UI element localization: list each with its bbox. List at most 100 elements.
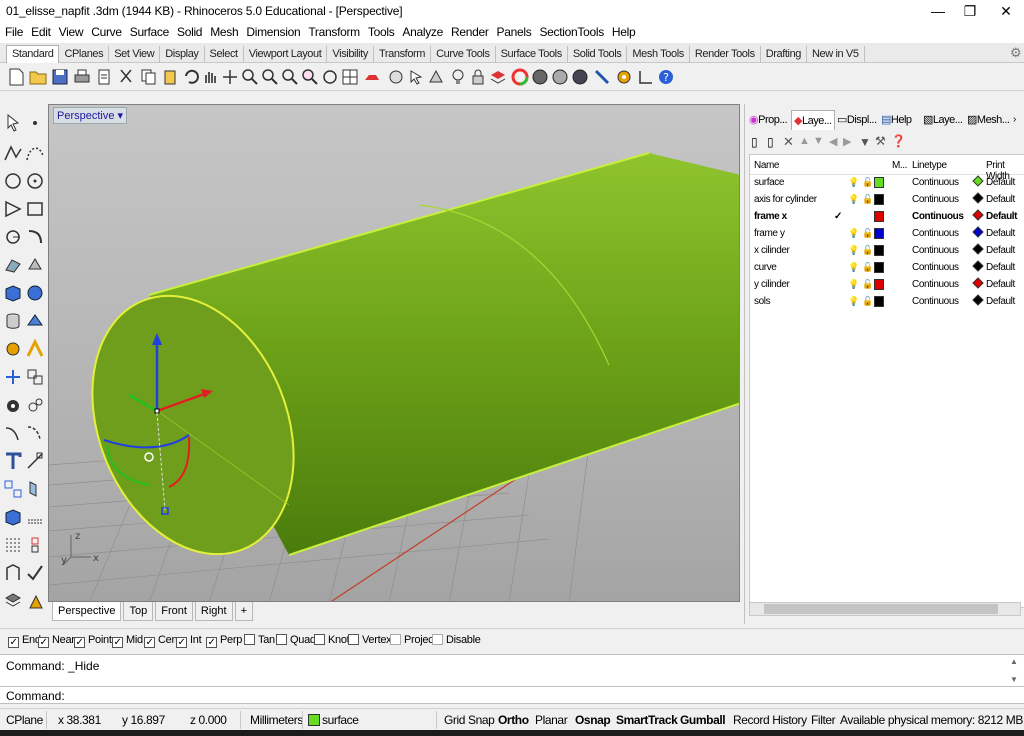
help-icon[interactable]: ? <box>656 67 676 87</box>
dimension-icon[interactable] <box>24 450 46 472</box>
lightbulb-icon[interactable]: 💡 <box>848 296 859 307</box>
layer-linetype[interactable]: Continuous <box>912 194 959 205</box>
layer-row[interactable]: sols 💡 🔓 Continuous Default <box>750 294 1024 311</box>
layer-print-width[interactable]: Default <box>986 228 1015 239</box>
column-material[interactable]: M... <box>892 160 907 171</box>
block-icon[interactable] <box>24 478 46 500</box>
status-cplane[interactable]: CPlane <box>6 713 43 727</box>
tab-drafting[interactable]: Drafting <box>761 46 808 64</box>
rotate-view-icon[interactable] <box>220 67 240 87</box>
osnap-near[interactable]: ✓ Near <box>38 634 75 648</box>
layer-row[interactable]: axis for cylinder 💡 🔓 Continuous Default <box>750 192 1024 209</box>
tab-display[interactable]: Display <box>160 46 205 64</box>
menu-sectiontools[interactable]: SectionTools <box>536 22 606 42</box>
select-arrow-icon[interactable] <box>2 112 24 134</box>
tab-help-panel[interactable]: ▤Help <box>879 110 914 130</box>
layer-linetype[interactable]: Continuous <box>912 296 959 307</box>
ellipse-icon[interactable] <box>24 170 46 192</box>
mesh-icon[interactable] <box>24 310 46 332</box>
layer-row[interactable]: x cilinder 💡 🔓 Continuous Default <box>750 243 1024 260</box>
polyline-icon[interactable] <box>2 142 24 164</box>
print-icon[interactable] <box>72 67 92 87</box>
object-properties-icon[interactable] <box>362 67 382 87</box>
unlock-icon[interactable]: 🔓 <box>862 228 873 239</box>
tab-properties[interactable]: ◉Prop... <box>747 110 789 130</box>
analyze-icon[interactable] <box>24 394 46 416</box>
undo-view-icon[interactable] <box>320 67 340 87</box>
rectangle-icon[interactable] <box>24 198 46 220</box>
print-color-diamond-icon[interactable] <box>972 209 984 221</box>
osnap-checkbox[interactable]: ✓ <box>206 637 217 648</box>
scroll-up-icon[interactable]: ▲ <box>1010 657 1018 666</box>
circle-icon[interactable] <box>2 170 24 192</box>
layer-name[interactable]: axis for cylinder <box>754 194 817 205</box>
lightbulb-icon[interactable] <box>448 67 468 87</box>
zoom-extents-icon[interactable] <box>280 67 300 87</box>
tab-display-panel[interactable]: ▭Displ... <box>835 110 879 130</box>
menu-render[interactable]: Render <box>448 22 492 42</box>
print-color-diamond-icon[interactable] <box>972 175 984 187</box>
menu-surface[interactable]: Surface <box>127 22 172 42</box>
osnap-checkbox[interactable]: ✓ <box>8 637 19 648</box>
layer-row[interactable]: surface 💡 🔓 Continuous Default <box>750 175 1024 192</box>
layer-color-swatch[interactable] <box>874 245 884 256</box>
print-color-diamond-icon[interactable] <box>972 226 984 238</box>
lightbulb-icon[interactable]: 💡 <box>848 279 859 290</box>
copy-tool-icon[interactable] <box>24 366 46 388</box>
move-icon[interactable] <box>2 366 24 388</box>
menu-transform[interactable]: Transform <box>305 22 363 42</box>
render-icon[interactable] <box>570 67 590 87</box>
gumball-toggle[interactable]: Gumball <box>680 713 726 727</box>
menu-analyze[interactable]: Analyze <box>399 22 446 42</box>
lock-icon[interactable] <box>468 67 488 87</box>
surface-from-points-icon[interactable] <box>2 254 24 276</box>
tab-mesh-tools[interactable]: Mesh Tools <box>627 46 690 64</box>
osnap-end[interactable]: ✓ End <box>8 634 41 648</box>
record-history-toggle[interactable]: Record History <box>733 713 807 727</box>
move-up-icon[interactable]: ▲ <box>799 135 810 147</box>
column-linetype[interactable]: Linetype <box>912 160 947 171</box>
solid-edit-icon[interactable] <box>2 394 24 416</box>
copy-icon[interactable] <box>138 67 158 87</box>
tab-solid-tools[interactable]: Solid Tools <box>568 46 628 64</box>
viewport-title[interactable]: Perspective ▾ <box>53 107 128 124</box>
tab-top[interactable]: Top <box>123 602 154 621</box>
chevron-right-icon[interactable]: › <box>1013 114 1016 125</box>
osnap-checkbox[interactable]: ✓ <box>74 637 85 648</box>
arc-icon[interactable] <box>2 198 24 220</box>
layer-linetype[interactable]: Continuous <box>912 262 959 273</box>
menu-edit[interactable]: Edit <box>28 22 53 42</box>
tab-front[interactable]: Front <box>155 602 193 621</box>
print-color-diamond-icon[interactable] <box>972 277 984 289</box>
osnap-project[interactable]: Project <box>390 634 436 646</box>
zoom-selected-icon[interactable] <box>300 67 320 87</box>
scrollbar-thumb[interactable] <box>764 604 998 614</box>
layer-name[interactable]: frame y <box>754 228 785 239</box>
layer-print-width[interactable]: Default <box>986 279 1015 290</box>
move-in-icon[interactable]: ▶ <box>843 135 851 148</box>
flow-icon[interactable] <box>2 590 24 612</box>
new-layer-icon[interactable]: ▯ <box>751 135 758 149</box>
split-icon[interactable] <box>24 422 46 444</box>
tab-new-in-v5[interactable]: New in V5 <box>807 46 865 64</box>
tab-render-tools[interactable]: Render Tools <box>690 46 761 64</box>
tab-cplanes[interactable]: CPlanes <box>59 46 110 64</box>
unroll-icon[interactable] <box>2 562 24 584</box>
osnap-disable[interactable]: Disable <box>432 634 481 646</box>
unlock-icon[interactable]: 🔓 <box>862 262 873 273</box>
lightbulb-icon[interactable]: 💡 <box>848 228 859 239</box>
trim-icon[interactable] <box>2 422 24 444</box>
text-icon[interactable] <box>2 450 24 472</box>
unlock-icon[interactable]: 🔓 <box>862 296 873 307</box>
osnap-point[interactable]: ✓ Point <box>74 634 112 648</box>
save-icon[interactable] <box>50 67 70 87</box>
add-viewport-tab-button[interactable]: + <box>234 602 254 621</box>
layer-row[interactable]: y cilinder 💡 🔓 Continuous Default <box>750 277 1024 294</box>
tab-set-view[interactable]: Set View <box>109 46 161 64</box>
tab-layers[interactable]: ◆Laye... <box>791 110 835 130</box>
osnap-int[interactable]: ✓ Int <box>176 634 202 648</box>
chevron-down-icon[interactable]: ▾ <box>118 110 124 122</box>
explode-icon[interactable] <box>24 534 46 556</box>
tab-mesh[interactable]: ▨Mesh... <box>965 110 1011 130</box>
filter-toggle[interactable]: Filter <box>811 713 836 727</box>
